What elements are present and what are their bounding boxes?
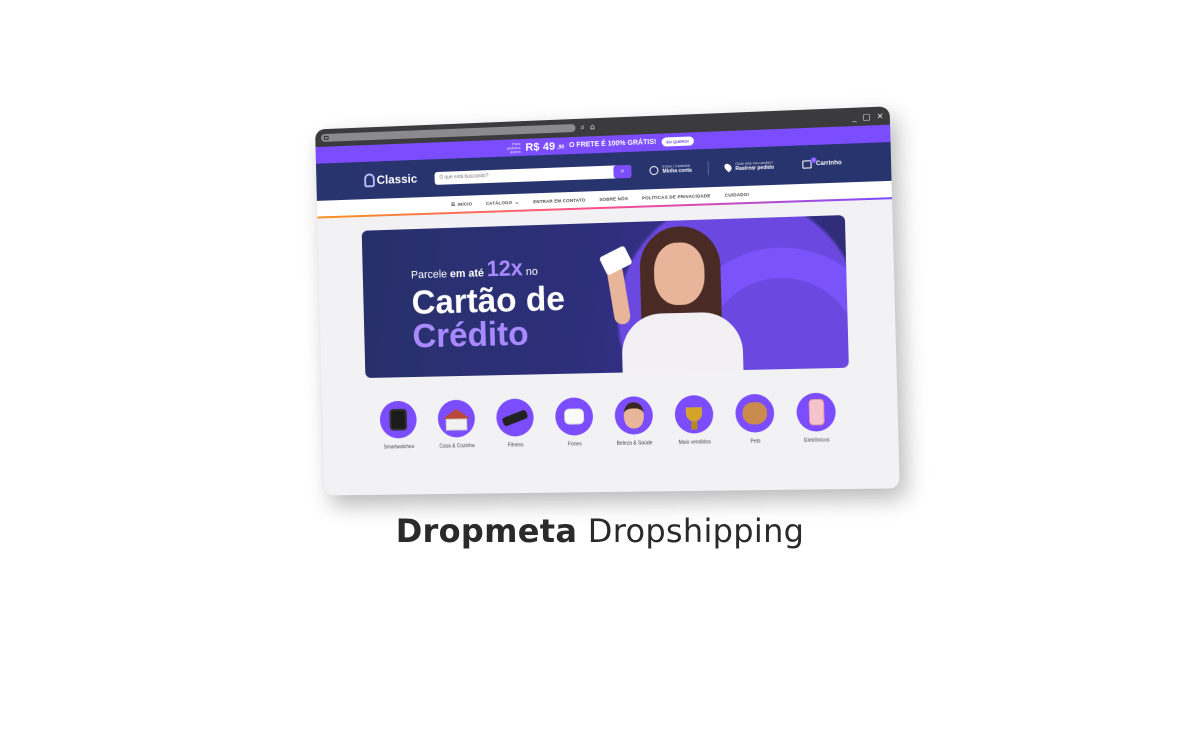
banner-text-parcele: Parcele <box>410 268 448 282</box>
logo-icon <box>364 173 375 188</box>
nav-item-sobre[interactable]: SOBRE NÓS <box>599 196 628 202</box>
close-button[interactable]: ✕ <box>877 111 884 120</box>
banner-text-cartao: Cartão de <box>411 280 566 322</box>
category-label: Mais vendidos <box>678 439 711 446</box>
promo-prefix: Para pedidos acima <box>506 140 521 154</box>
category-label: Fitness <box>507 442 524 449</box>
hero-banner[interactable]: Parcele em até 12x no Cartão de Crédito <box>361 215 849 379</box>
promo-cta-button[interactable]: EU QUERO! <box>661 136 695 147</box>
banner-text-em-ate: em até <box>449 267 485 281</box>
account-line2: Minha conta <box>662 167 692 175</box>
search-bar: ⌕ <box>434 164 632 185</box>
location-pin-icon <box>723 162 734 173</box>
page-content: Parcele em até 12x no Cartão de Crédito … <box>317 199 899 452</box>
earbuds-icon <box>554 397 594 436</box>
nav-item-inicio[interactable]: ≡ INÍCIO <box>450 200 472 208</box>
minimize-button[interactable]: _ <box>852 112 856 121</box>
category-fitness[interactable]: Fitness <box>488 398 542 449</box>
category-beleza-saude[interactable]: Beleza & Saúde <box>606 396 661 447</box>
site-icon <box>323 135 329 140</box>
promo-free-shipping: O FRETE É 100% GRÁTIS! <box>569 138 657 150</box>
search-icon[interactable]: ⌕ <box>580 123 585 132</box>
nav-item-catalogo[interactable]: CATÁLOGO ⌄ <box>486 198 520 206</box>
cart-icon: 0 <box>802 157 817 169</box>
promo-price: R$ 49 <box>525 140 556 154</box>
page-caption: Dropmeta Dropshipping <box>0 512 1200 550</box>
nav-item-contato[interactable]: ENTRAR EM CONTATO <box>533 197 585 204</box>
chevron-down-icon: ⌄ <box>514 198 520 206</box>
caption-subtitle: Dropshipping <box>587 512 805 550</box>
header-divider <box>707 160 710 176</box>
house-icon <box>437 399 476 438</box>
site-logo[interactable]: Classic <box>364 172 417 188</box>
phone-icon <box>796 392 837 432</box>
category-pets[interactable]: Pets <box>727 393 783 446</box>
banner-text-12x: 12x <box>486 255 524 282</box>
category-eletronicos[interactable]: Eletrônicos <box>788 392 845 444</box>
nav-item-politicas[interactable]: POLÍTICAS DE PRIVACIDADE <box>642 193 711 200</box>
category-casa-cozinha[interactable]: Casa & Cozinha <box>430 399 484 450</box>
browser-window: ⌕ ⌂ _ □ ✕ Para pedidos acima R$ 49 ,90 O… <box>315 106 900 496</box>
logo-text: Classic <box>376 171 418 187</box>
category-label: Eletrônicos <box>804 437 830 444</box>
track-order-link[interactable]: Onde está meu pedido? Rastrear pedido <box>723 161 774 173</box>
category-label: Smartwatches <box>383 444 415 451</box>
beauty-icon <box>614 396 654 435</box>
credit-card-image <box>598 245 633 276</box>
watch-icon <box>379 400 418 439</box>
pets-icon <box>734 393 775 433</box>
caption-brand: Dropmeta <box>395 512 578 550</box>
home-icon[interactable]: ⌂ <box>590 122 595 131</box>
category-label: Beleza & Saúde <box>616 440 653 447</box>
banner-text-credito: Crédito <box>412 314 530 356</box>
category-smartwatches[interactable]: Smartwatches <box>372 400 425 450</box>
banner-text-no: no <box>525 265 539 279</box>
user-icon <box>649 165 659 175</box>
category-mais-vendidos[interactable]: Mais vendidos <box>666 394 722 446</box>
account-link[interactable]: Entrar | Cadastrar Minha conta <box>649 164 692 176</box>
category-fones[interactable]: Fones <box>547 397 602 448</box>
banner-headline: Parcele em até 12x no Cartão de Crédito <box>410 254 567 356</box>
banner-model-image <box>598 218 756 379</box>
search-button[interactable]: ⌕ <box>613 164 632 179</box>
category-label: Pets <box>750 438 761 445</box>
dumbbell-icon <box>495 398 535 437</box>
nav-item-cuidado[interactable]: CUIDADO! <box>725 191 750 197</box>
category-label: Fones <box>567 441 582 448</box>
browser-mockup: ⌕ ⌂ _ □ ✕ Para pedidos acima R$ 49 ,90 O… <box>315 106 900 496</box>
search-input[interactable] <box>439 169 587 181</box>
cart-link[interactable]: 0 Carrinho <box>802 157 842 169</box>
menu-icon: ≡ <box>450 200 456 208</box>
category-list: Smartwatches Casa & Cozinha Fitness Fone… <box>365 368 850 451</box>
category-label: Casa & Cozinha <box>439 443 475 450</box>
promo-cents: ,90 <box>557 144 565 151</box>
maximize-button[interactable]: □ <box>862 112 870 121</box>
trophy-icon <box>674 394 714 434</box>
cart-label: Carrinho <box>815 160 842 168</box>
